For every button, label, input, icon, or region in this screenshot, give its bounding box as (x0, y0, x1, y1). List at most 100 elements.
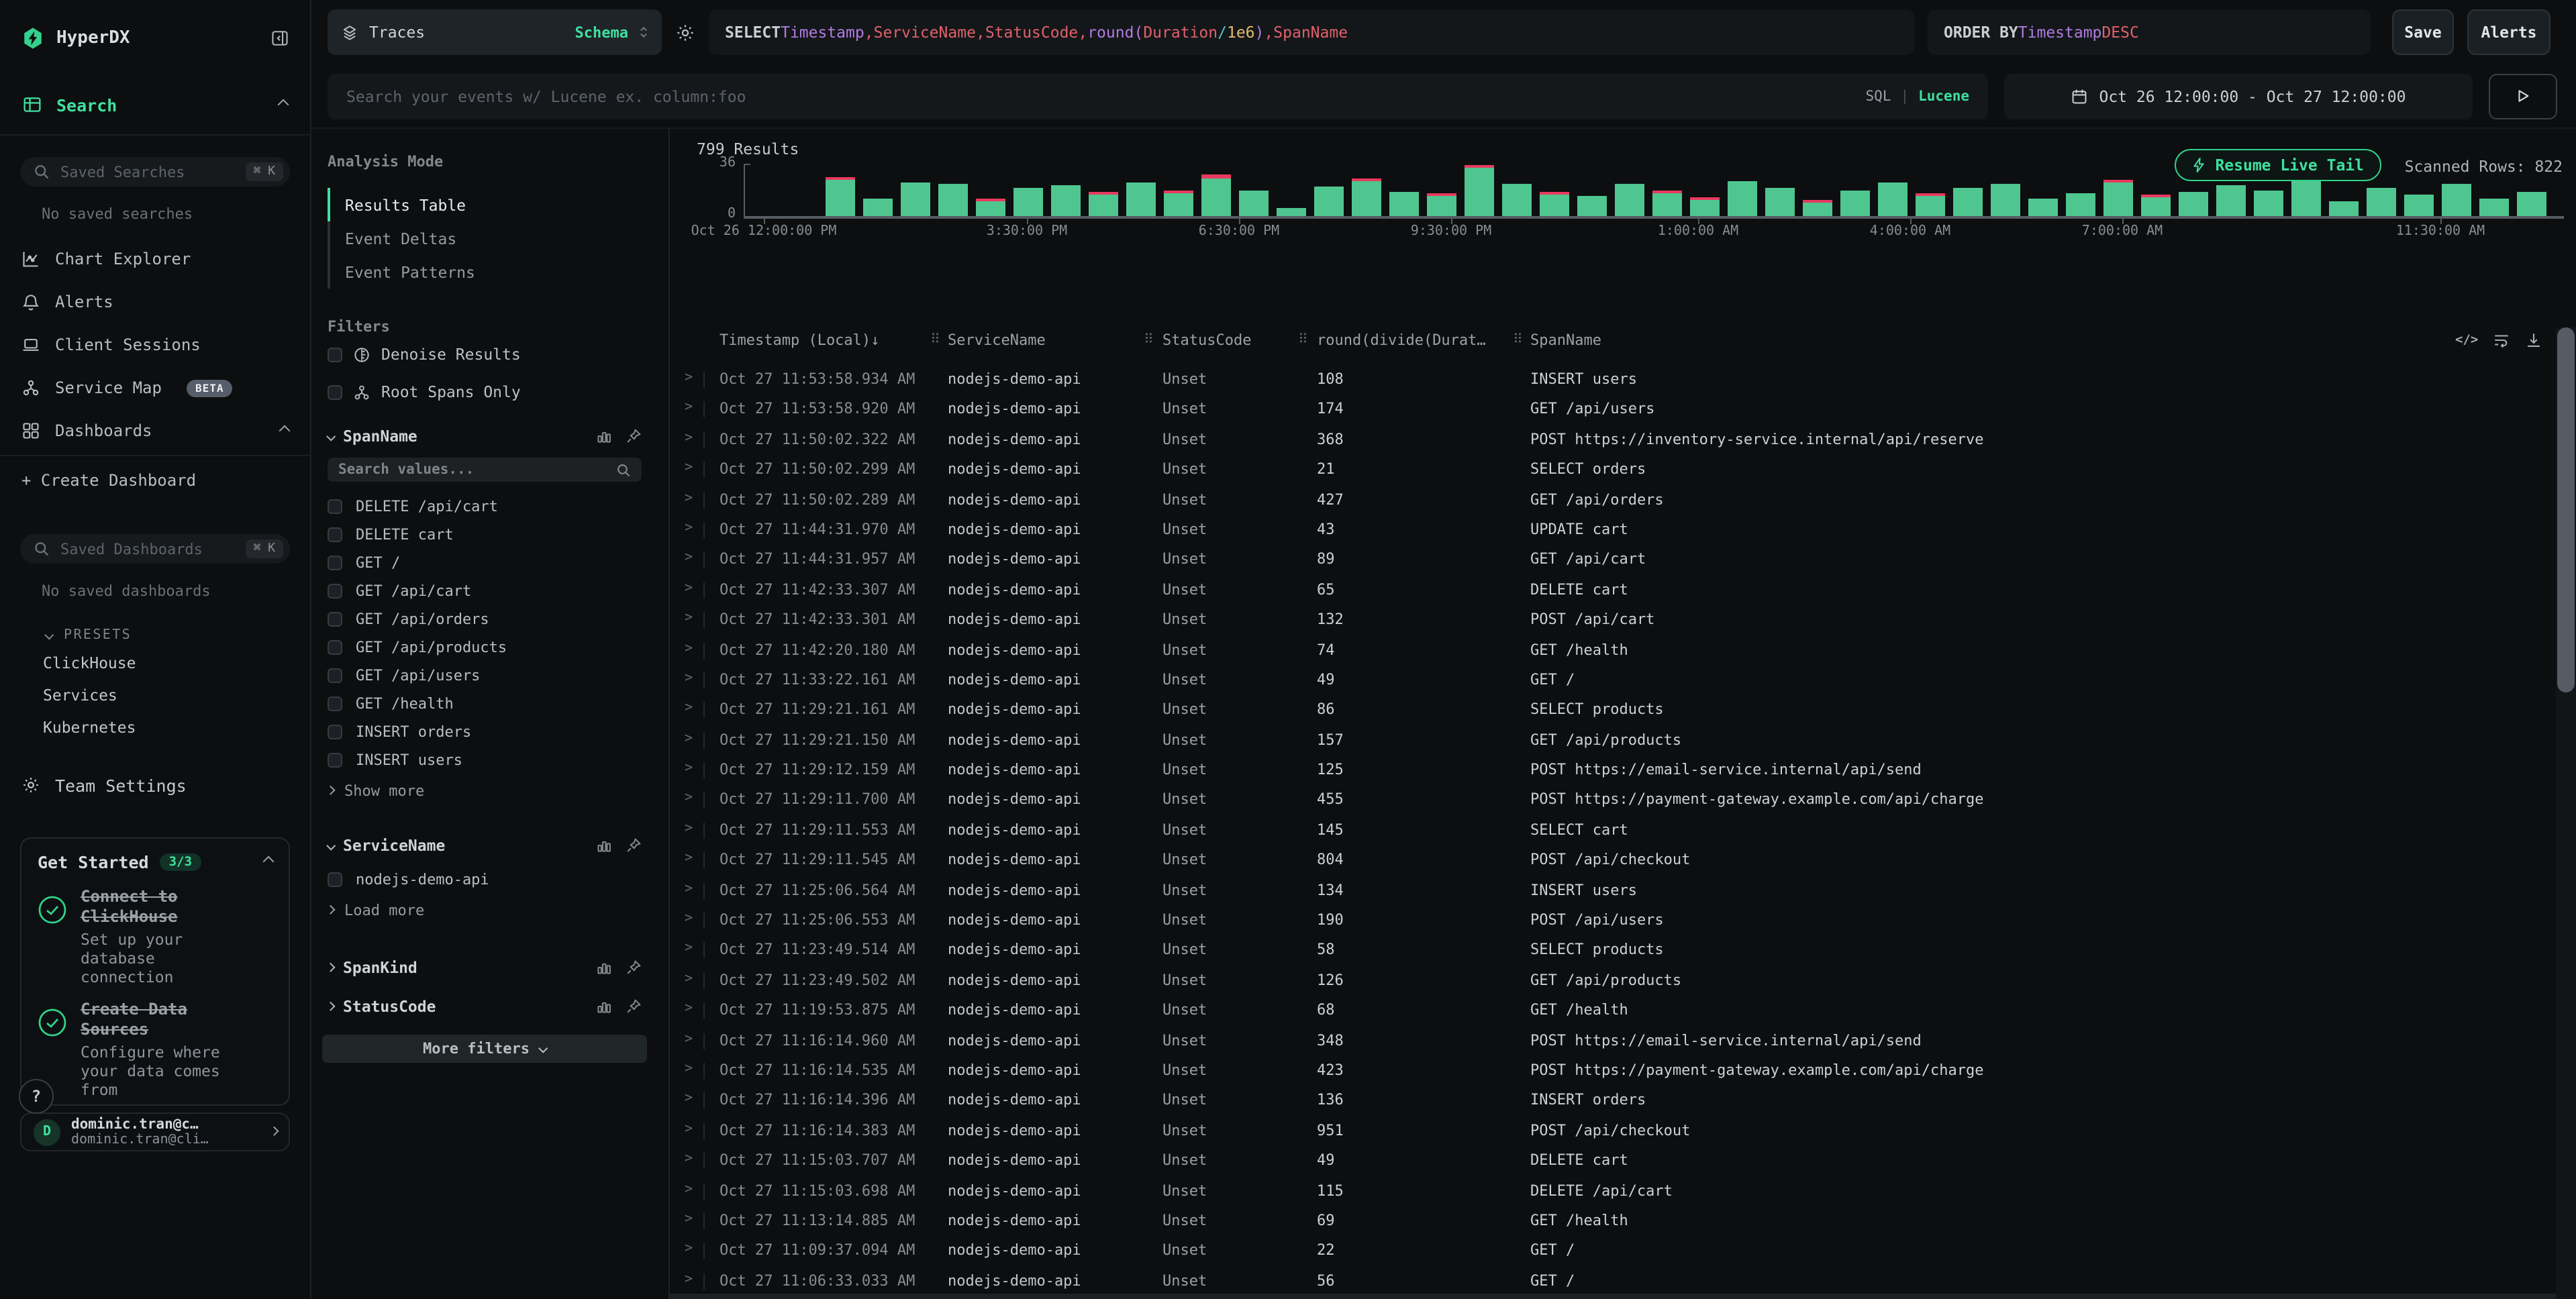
filter-value-row[interactable]: DELETE /api/cart (328, 492, 642, 521)
row-expand-icon[interactable]: > (685, 431, 693, 446)
row-expand-icon[interactable]: > (685, 611, 693, 625)
horizontal-scrollbar[interactable] (670, 1294, 2556, 1299)
column-header-duration[interactable]: round(divide(Durat… (1317, 331, 1486, 349)
mode-results-table[interactable]: Results Table (330, 188, 642, 221)
user-menu[interactable]: D dominic.tran@c… dominic.tran@cli… (20, 1112, 290, 1151)
table-row[interactable]: >Oct 27 11:50:02.322 AMnodejs-demo-apiUn… (670, 425, 2556, 456)
gear-icon[interactable] (675, 22, 695, 42)
table-row[interactable]: >Oct 27 11:29:11.553 AMnodejs-demo-apiUn… (670, 816, 2556, 846)
table-row[interactable]: >Oct 27 11:23:49.502 AMnodejs-demo-apiUn… (670, 966, 2556, 996)
create-dashboard-button[interactable]: + Create Dashboard (0, 459, 310, 502)
filter-value-row[interactable]: GET /api/products (328, 633, 642, 662)
filter-value-row[interactable]: nodejs-demo-api (328, 866, 642, 894)
row-expand-icon[interactable]: > (685, 671, 693, 686)
row-expand-icon[interactable]: > (685, 521, 693, 535)
row-expand-icon[interactable]: > (685, 641, 693, 656)
date-range-picker[interactable]: Oct 26 12:00:00 - Oct 27 12:00:00 (2004, 73, 2473, 119)
select-query-input[interactable]: SELECT Timestamp,ServiceName,StatusCode,… (709, 9, 1914, 55)
checkbox[interactable] (328, 584, 342, 599)
filter-value-row[interactable]: GET /health (328, 690, 642, 718)
row-expand-icon[interactable]: > (685, 1242, 693, 1257)
row-expand-icon[interactable]: > (685, 911, 693, 926)
row-expand-icon[interactable]: > (685, 1182, 693, 1196)
checkbox[interactable] (328, 347, 342, 362)
checkbox[interactable] (328, 527, 342, 542)
filter-value-row[interactable]: GET /api/orders (328, 605, 642, 633)
table-row[interactable]: >Oct 27 11:42:20.180 AMnodejs-demo-apiUn… (670, 635, 2556, 666)
checkbox[interactable] (328, 725, 342, 739)
sidebar-item-service-map[interactable]: Service Map BETA (0, 366, 310, 409)
order-by-input[interactable]: ORDER BY Timestamp DESC (1928, 9, 2371, 55)
preset-kubernetes[interactable]: Kubernetes (0, 711, 310, 743)
table-row[interactable]: >Oct 27 11:16:14.535 AMnodejs-demo-apiUn… (670, 1056, 2556, 1086)
row-expand-icon[interactable]: > (685, 1061, 693, 1076)
sidebar-item-alerts[interactable]: Alerts (0, 280, 310, 323)
filter-value-row[interactable]: GET /api/users (328, 662, 642, 690)
filter-value-row[interactable]: INSERT orders (328, 718, 642, 746)
row-expand-icon[interactable]: > (685, 490, 693, 505)
run-query-button[interactable] (2489, 73, 2557, 119)
row-expand-icon[interactable]: > (685, 580, 693, 595)
show-more-link[interactable]: Show more (328, 777, 642, 804)
sidebar-item-dashboards[interactable]: Dashboards (0, 409, 310, 452)
row-expand-icon[interactable]: > (685, 460, 693, 475)
row-expand-icon[interactable]: > (685, 1001, 693, 1016)
table-row[interactable]: >Oct 27 11:29:11.700 AMnodejs-demo-apiUn… (670, 786, 2556, 816)
get-started-step[interactable]: Connect to ClickHouse Set up your databa… (38, 887, 273, 986)
filter-value-row[interactable]: DELETE cart (328, 521, 642, 549)
pin-icon[interactable] (626, 998, 642, 1015)
mode-event-deltas[interactable]: Event Deltas (330, 221, 642, 255)
checkbox[interactable] (328, 384, 342, 399)
collapse-sidebar-icon[interactable] (271, 29, 289, 46)
sidebar-item-team-settings[interactable]: Team Settings (0, 765, 310, 805)
row-expand-icon[interactable]: > (685, 1122, 693, 1137)
code-view-icon[interactable]: </> (2455, 333, 2478, 348)
row-expand-icon[interactable]: > (685, 701, 693, 716)
table-row[interactable]: >Oct 27 11:44:31.970 AMnodejs-demo-apiUn… (670, 515, 2556, 545)
table-row[interactable]: >Oct 27 11:25:06.553 AMnodejs-demo-apiUn… (670, 906, 2556, 936)
table-row[interactable]: >Oct 27 11:53:58.934 AMnodejs-demo-apiUn… (670, 365, 2556, 395)
row-expand-icon[interactable]: > (685, 821, 693, 836)
row-expand-icon[interactable]: > (685, 1031, 693, 1046)
schema-link[interactable]: Schema (575, 23, 629, 41)
save-button[interactable]: Save (2392, 9, 2454, 55)
table-row[interactable]: >Oct 27 11:25:06.564 AMnodejs-demo-apiUn… (670, 876, 2556, 906)
row-expand-icon[interactable]: > (685, 1092, 693, 1106)
checkbox[interactable] (328, 556, 342, 570)
table-row[interactable]: >Oct 27 11:19:53.875 AMnodejs-demo-apiUn… (670, 996, 2556, 1026)
row-expand-icon[interactable]: > (685, 370, 693, 385)
table-row[interactable]: >Oct 27 11:50:02.299 AMnodejs-demo-apiUn… (670, 455, 2556, 485)
row-expand-icon[interactable]: > (685, 551, 693, 566)
row-expand-icon[interactable]: > (685, 941, 693, 956)
drag-handle-icon[interactable]: ⠿ (1513, 333, 1523, 348)
language-lucene[interactable]: Lucene (1918, 88, 1969, 104)
row-expand-icon[interactable]: > (685, 881, 693, 896)
checkbox[interactable] (328, 668, 342, 683)
row-expand-icon[interactable]: > (685, 401, 693, 415)
load-more-link[interactable]: Load more (328, 896, 642, 923)
table-row[interactable]: >Oct 27 11:16:14.383 AMnodejs-demo-apiUn… (670, 1116, 2556, 1147)
more-filters-button[interactable]: More filters (322, 1035, 647, 1063)
chevron-up-icon[interactable] (278, 99, 289, 111)
column-header-servicename[interactable]: ServiceName (948, 331, 1046, 349)
table-row[interactable]: >Oct 27 11:33:22.161 AMnodejs-demo-apiUn… (670, 666, 2556, 696)
bar-chart-icon[interactable] (596, 959, 612, 976)
pin-icon[interactable] (626, 959, 642, 976)
results-histogram[interactable]: 36 0 Oct 26 12:00:00 PM3:30:00 PM6:30:00… (670, 129, 2576, 250)
table-row[interactable]: >Oct 27 11:15:03.698 AMnodejs-demo-apiUn… (670, 1176, 2556, 1206)
pin-icon[interactable] (626, 428, 642, 444)
search-input[interactable]: Search your events w/ Lucene ex. column:… (328, 73, 1988, 119)
filter-group-servicename[interactable]: ServiceName (328, 836, 642, 855)
bar-chart-icon[interactable] (596, 998, 612, 1015)
filter-value-row[interactable]: GET /api/cart (328, 577, 642, 605)
alerts-button[interactable]: Alerts (2467, 9, 2550, 55)
bar-chart-icon[interactable] (596, 837, 612, 853)
saved-dashboards-input[interactable]: Saved Dashboards ⌘ K (20, 534, 290, 564)
checkbox[interactable] (328, 499, 342, 514)
filter-value-row[interactable]: INSERT users (328, 746, 642, 774)
row-expand-icon[interactable]: > (685, 1212, 693, 1227)
checkbox[interactable] (328, 753, 342, 768)
row-expand-icon[interactable]: > (685, 972, 693, 986)
help-button[interactable]: ? (19, 1079, 54, 1114)
table-row[interactable]: >Oct 27 11:29:12.159 AMnodejs-demo-apiUn… (670, 756, 2556, 786)
